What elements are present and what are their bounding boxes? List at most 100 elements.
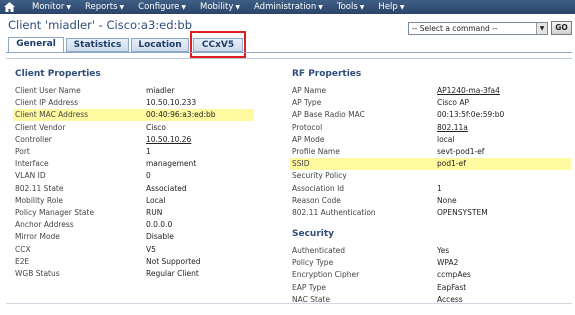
property-label: Authenticated xyxy=(292,246,346,255)
menu-configure[interactable]: Configure ▼ xyxy=(138,2,186,12)
property-value: local xyxy=(437,134,455,144)
property-value: 00:13:5f:0e:59:b0 xyxy=(437,110,505,120)
property-row: Client MAC Address 00:40:96:a3:ed:bb xyxy=(13,109,254,122)
command-select[interactable]: -- Select a command -- ▼ xyxy=(408,22,548,35)
chevron-down-icon: ▼ xyxy=(318,4,323,11)
menu-monitor[interactable]: Monitor ▼ xyxy=(32,2,71,12)
property-row: Reason Code None xyxy=(290,195,571,207)
property-label: Protocol xyxy=(292,122,323,132)
go-button[interactable]: GO xyxy=(551,21,572,35)
property-label: 802.11 State xyxy=(15,183,64,193)
property-value: 10.50.10.233 xyxy=(146,98,197,108)
property-value: 0.0.0.0 xyxy=(146,220,173,230)
property-value: Local xyxy=(146,195,166,205)
tab-general[interactable]: General xyxy=(8,37,64,53)
property-label: Security Policy xyxy=(292,171,347,181)
property-row: EAP Type EapFast xyxy=(290,282,571,294)
property-row: Profile Name sevt-pod1-ef xyxy=(290,146,571,158)
property-label: Client Vendor xyxy=(15,122,66,132)
property-row: CCX V5 xyxy=(13,244,254,256)
property-row: VLAN ID 0 xyxy=(13,170,254,182)
property-label: Client IP Address xyxy=(15,98,79,108)
property-row: Client User Name miadler xyxy=(13,85,254,97)
property-row: Controller 10.50.10.26 xyxy=(13,134,254,146)
property-label: Reason Code xyxy=(292,195,341,205)
property-row: Port 1 xyxy=(13,146,254,158)
property-row: Mobility Role Local xyxy=(13,195,254,207)
property-value: 1 xyxy=(437,183,442,193)
property-value: sevt-pod1-ef xyxy=(437,147,485,156)
property-link[interactable]: 10.50.10.26 xyxy=(146,134,191,146)
property-label: Encryption Cipher xyxy=(292,270,360,280)
property-row: AP Base Radio MAC 00:13:5f:0e:59:b0 xyxy=(290,109,571,121)
property-value: Cisco AP xyxy=(437,98,469,108)
chevron-down-icon: ▼ xyxy=(181,4,186,11)
property-row: AP Name AP1240-ma-3fa4 xyxy=(290,85,571,97)
property-label: Profile Name xyxy=(292,147,340,156)
menu-tools[interactable]: Tools ▼ xyxy=(337,2,365,12)
property-row: Association Id 1 xyxy=(290,183,571,195)
panel-divider xyxy=(6,58,572,59)
chevron-down-icon: ▼ xyxy=(399,4,405,11)
property-row: Security Policy xyxy=(290,170,571,182)
property-label: Policy Manager State xyxy=(15,208,95,217)
property-value: miadler xyxy=(146,86,175,95)
property-label: Policy Type xyxy=(292,258,334,268)
property-link[interactable]: AP1240-ma-3fa4 xyxy=(437,85,500,97)
chevron-down-icon: ▼ xyxy=(66,4,71,11)
property-label: Client User Name xyxy=(15,86,81,95)
property-label: Controller xyxy=(15,134,52,144)
dropdown-arrow-icon: ▼ xyxy=(536,23,547,34)
chevron-down-icon: ▼ xyxy=(235,4,241,11)
property-label: CCX xyxy=(15,244,31,254)
top-menu-bar: Monitor ▼ Reports ▼ Configure ▼ Mobility ▼ A… xyxy=(0,0,575,14)
home-icon[interactable] xyxy=(0,0,18,14)
property-label: AP Name xyxy=(292,86,327,95)
property-value: Regular Client xyxy=(146,269,199,278)
property-label: Port xyxy=(15,147,30,156)
property-row: AP Type Cisco AP xyxy=(290,97,571,109)
tab-statistics[interactable]: Statistics xyxy=(66,38,129,52)
command-select-value: -- Select a command -- xyxy=(412,24,498,33)
property-value: Disable xyxy=(146,232,174,242)
property-row: E2E Not Supported xyxy=(13,256,254,268)
property-value: RUN xyxy=(146,208,163,217)
menu-reports[interactable]: Reports ▼ xyxy=(85,2,124,12)
property-row: Anchor Address 0.0.0.0 xyxy=(13,219,254,231)
property-value: WPA2 xyxy=(437,258,459,268)
chevron-down-icon: ▼ xyxy=(359,4,365,11)
property-label: VLAN ID xyxy=(15,171,46,181)
property-label: 802.11 Authentication xyxy=(292,208,376,217)
property-label: Mirror Mode xyxy=(15,232,60,242)
property-label: WGB Status xyxy=(15,269,60,278)
property-label: Interface xyxy=(15,159,49,169)
tab-location[interactable]: Location xyxy=(131,38,189,52)
property-row: Policy Type WPA2 xyxy=(290,257,571,269)
property-label: SSID xyxy=(292,159,310,169)
property-row: Protocol 802.11a xyxy=(290,122,571,134)
property-value: Associated xyxy=(146,183,187,193)
property-label: Mobility Role xyxy=(15,195,63,205)
page-title: Client 'miadler' - Cisco:a3:ed:bb xyxy=(8,18,193,32)
property-label: EAP Type xyxy=(292,282,327,292)
property-label: Anchor Address xyxy=(15,220,74,230)
property-value: Yes xyxy=(437,246,450,255)
menu-help[interactable]: Help ▼ xyxy=(378,2,404,12)
property-value: management xyxy=(146,159,197,169)
menu-mobility[interactable]: Mobility ▼ xyxy=(200,2,240,12)
property-label: Association Id xyxy=(292,183,345,193)
menu-administration[interactable]: Administration ▼ xyxy=(254,2,323,12)
property-label: AP Type xyxy=(292,98,322,108)
property-row: 802.11 State Associated xyxy=(13,183,254,195)
property-row: SSID pod1-ef xyxy=(290,158,571,171)
property-link[interactable]: 802.11a xyxy=(437,122,468,134)
property-row: Policy Manager State RUN xyxy=(13,207,254,219)
property-value: 1 xyxy=(146,147,151,156)
property-value: None xyxy=(437,195,457,205)
property-label: AP Base Radio MAC xyxy=(292,110,365,120)
property-row: Client Vendor Cisco xyxy=(13,122,254,134)
tab-panel-border xyxy=(6,52,572,53)
property-value: V5 xyxy=(146,244,156,254)
tab-highlight-box xyxy=(190,31,246,58)
property-value: OPENSYSTEM xyxy=(437,208,488,217)
